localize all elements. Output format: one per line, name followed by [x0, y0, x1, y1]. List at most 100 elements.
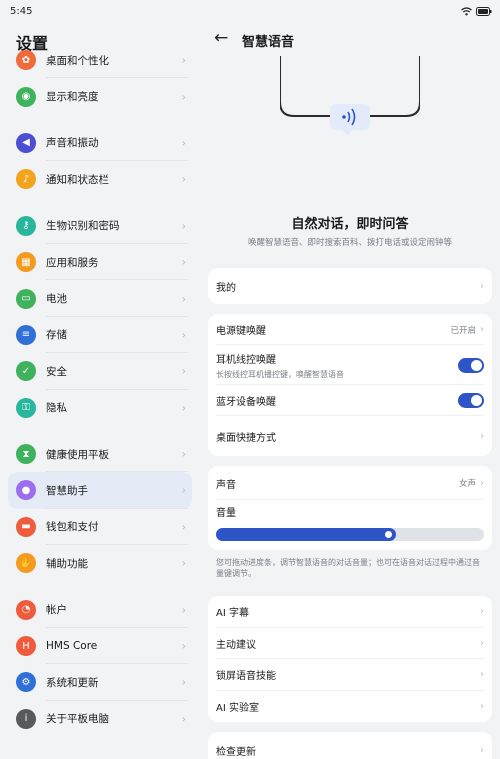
hand-icon: ✋: [16, 553, 36, 574]
sidebar-item-label: 声音和振动: [46, 137, 99, 150]
sound-label: 声音: [216, 479, 236, 491]
earphone-toggle[interactable]: [458, 357, 484, 373]
status-icons: [461, 6, 492, 16]
volume-slider-fill: [216, 528, 396, 541]
bluetooth-toggle[interactable]: [458, 393, 484, 408]
volume-row: 音量: [208, 500, 492, 522]
mine-row[interactable]: 我的 ›: [208, 268, 492, 304]
sidebar-item[interactable]: ≡ 存储 ›: [8, 317, 192, 354]
chevron-right-icon: ›: [181, 292, 186, 306]
back-arrow-icon[interactable]: ←: [214, 28, 228, 48]
sidebar-item[interactable]: ⚷ 生物识别和密码 ›: [8, 208, 192, 244]
sidebar-item[interactable]: ⚿ 隐私 ›: [8, 390, 192, 426]
sound-value: 女声: [458, 479, 476, 489]
sidebar-item-label: 电池: [46, 293, 67, 306]
settings-group: ◀ 声音和振动 › ♪ 通知和状态栏 ›: [8, 125, 192, 198]
power-key-row[interactable]: 电源键唤醒 已开启 ›: [208, 314, 492, 345]
sidebar-item-label: 帐户: [46, 604, 67, 617]
sidebar-item[interactable]: ▬ 钱包和支付 ›: [8, 509, 192, 546]
info-icon: i: [16, 708, 36, 729]
more-row[interactable]: 锁屏语音技能 ›: [208, 659, 492, 691]
sidebar-item[interactable]: ✓ 安全 ›: [8, 353, 192, 390]
more-row[interactable]: 主动建议 ›: [208, 628, 492, 659]
more-card: AI 字幕 › 主动建议 › 锁屏语音技能 › AI 实验室 ›: [208, 596, 492, 722]
desktop-shortcut-label: 桌面快捷方式: [216, 432, 276, 444]
mine-label: 我的: [216, 282, 236, 294]
chevron-right-icon: ›: [181, 447, 186, 461]
panel-header: ← 智慧语音: [200, 22, 500, 56]
hero-title: 自然对话，即时问答: [291, 217, 409, 232]
volume-slider[interactable]: [216, 528, 484, 541]
sidebar-item[interactable]: ⚙ 系统和更新 ›: [8, 664, 192, 701]
sound-card: 声音 女声 › 音量: [208, 466, 492, 550]
more-row[interactable]: AI 实验室 ›: [208, 691, 492, 723]
check-update-row[interactable]: 检查更新 ›: [208, 732, 492, 759]
chevron-right-icon: ›: [181, 712, 186, 726]
volume-note: 您可拖动进度条，调节智慧语音的对话音量；也可在语音对话过程中通过音量键调节。: [216, 558, 480, 578]
chevron-right-icon: ›: [480, 280, 484, 292]
sound-row[interactable]: 声音 女声 ›: [208, 466, 492, 500]
chevron-right-icon: ›: [480, 744, 484, 756]
more-row[interactable]: AI 字幕 ›: [208, 596, 492, 628]
battery-status-icon: [476, 6, 492, 16]
voice-illustration: [280, 56, 420, 136]
chevron-right-icon: ›: [181, 172, 186, 186]
bluetooth-label: 蓝牙设备唤醒: [216, 397, 276, 408]
settings-group: ✿ 桌面和个性化 › ◉ 显示和亮度 ›: [8, 42, 192, 115]
battery-icon: ▭: [16, 288, 36, 309]
chevron-right-icon: ›: [480, 430, 484, 442]
sidebar-item[interactable]: ♪ 通知和状态栏 ›: [8, 161, 192, 197]
gear-icon: ⚙: [16, 672, 36, 693]
check-update-label: 检查更新: [216, 746, 256, 758]
sidebar-item[interactable]: ✿ 桌面和个性化 ›: [8, 42, 192, 79]
bell-icon: ♪: [16, 169, 36, 190]
sidebar-item[interactable]: ▦ 应用和服务 ›: [8, 244, 192, 281]
volume-slider-thumb[interactable]: [383, 530, 393, 539]
desktop-shortcut-row[interactable]: 桌面快捷方式 ›: [208, 416, 492, 456]
sidebar-item[interactable]: ◔ 帐户 ›: [8, 591, 192, 628]
earphone-row: 耳机线控唤醒 长按线控耳机播控键，唤醒智慧语音: [208, 345, 492, 385]
settings-group: ◔ 帐户 › H HMS Core › ⚙ 系统和更新 › i 关于平板电脑 ›: [8, 591, 192, 737]
page-title: 智慧语音: [242, 35, 295, 50]
chevron-right-icon: ›: [480, 606, 484, 618]
more-row-label: AI 字幕: [216, 608, 249, 620]
shield-icon: ✓: [16, 361, 36, 382]
chevron-right-icon: ›: [181, 556, 186, 570]
sidebar-item[interactable]: ▭ 电池 ›: [8, 280, 192, 317]
sidebar-item[interactable]: ✋ 辅助功能 ›: [8, 545, 192, 581]
sidebar-item-label: 应用和服务: [46, 256, 99, 269]
settings-sidebar: 设置 ✿ 桌面和个性化 › ◉ 显示和亮度 › ◀ 声音和振动 › ♪ 通知和状态栏 › ⚷ 生物识别和密…: [0, 22, 200, 759]
grid-icon: ▦: [16, 252, 36, 273]
sidebar-item-label: 通知和状态栏: [46, 173, 109, 186]
sidebar-item-label: 辅助功能: [46, 557, 88, 570]
chevron-right-icon: ›: [181, 364, 186, 378]
power-key-label: 电源键唤醒: [216, 326, 266, 337]
chevron-right-icon: ›: [181, 639, 186, 653]
palette-icon: ✿: [16, 50, 36, 71]
chevron-right-icon: ›: [480, 477, 484, 489]
chevron-right-icon: ›: [181, 675, 186, 689]
bluetooth-row: 蓝牙设备唤醒: [208, 385, 492, 416]
sidebar-item[interactable]: ◉ 显示和亮度 ›: [8, 78, 192, 114]
chevron-right-icon: ›: [181, 483, 186, 497]
smart-voice-panel: ← 智慧语音 自然对话，即时问答 唤醒智慧语音、即时搜索百科、拨打电话或设定闹钟…: [200, 22, 500, 759]
storage-icon: ≡: [16, 324, 36, 345]
lock-shield-icon: ⚿: [16, 397, 36, 418]
sidebar-item-label: 隐私: [46, 402, 67, 415]
hourglass-icon: ⧗: [16, 444, 36, 465]
hms-icon: H: [16, 636, 36, 657]
user-icon: ◔: [16, 599, 36, 620]
sidebar-item[interactable]: H HMS Core ›: [8, 628, 192, 665]
sidebar-item[interactable]: ● 智慧助手 ›: [8, 472, 192, 509]
chevron-right-icon: ›: [181, 219, 186, 233]
power-key-value: 已开启: [450, 325, 476, 336]
sidebar-item[interactable]: ⧗ 健康使用平板 ›: [8, 436, 192, 473]
sidebar-item-label: 系统和更新: [46, 676, 99, 689]
sidebar-item-label: 钱包和支付: [46, 521, 99, 534]
chevron-right-icon: ›: [480, 637, 484, 649]
assistant-icon: ●: [16, 480, 36, 501]
sidebar-item[interactable]: i 关于平板电脑 ›: [8, 701, 192, 737]
chevron-right-icon: ›: [480, 669, 484, 681]
sidebar-item[interactable]: ◀ 声音和振动 ›: [8, 125, 192, 162]
sidebar-item-label: 关于平板电脑: [46, 713, 109, 726]
